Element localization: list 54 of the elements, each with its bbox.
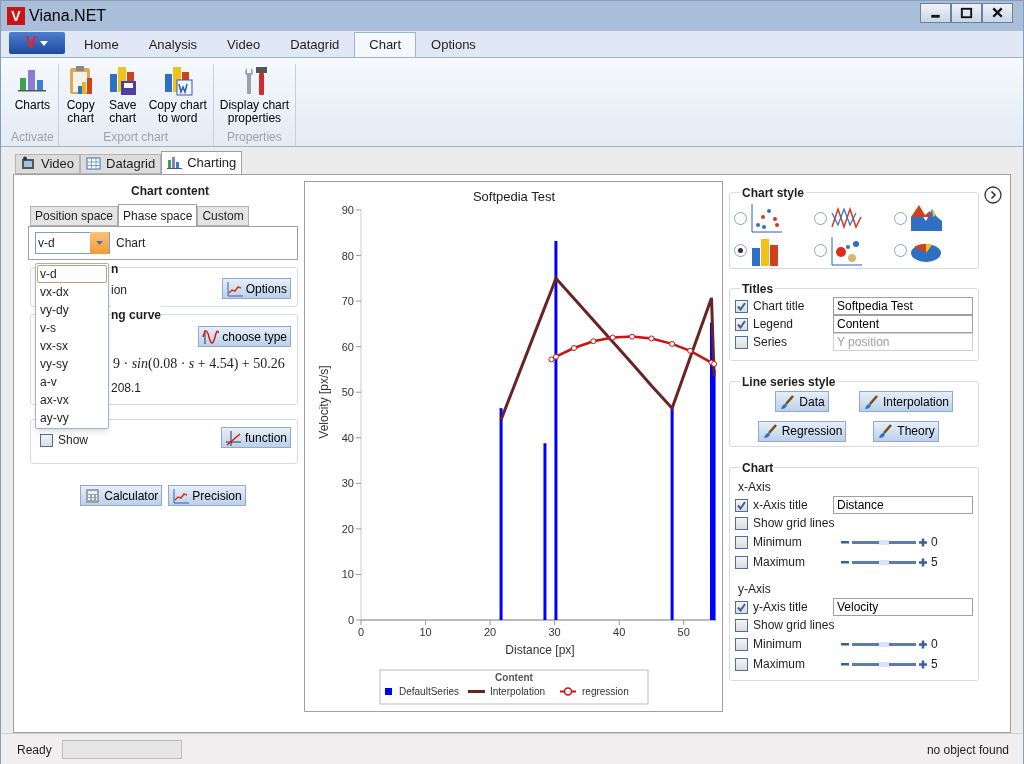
axis-title: Distance [px]: [505, 643, 575, 657]
tick-label: 0: [347, 614, 354, 626]
legend-title: Content: [495, 672, 533, 683]
slider-value: 5: [931, 554, 938, 571]
group-label: Export chart: [103, 129, 169, 146]
tick-label: 40: [341, 431, 354, 444]
value-text: 208.1: [111, 380, 142, 397]
tick-label: 90: [341, 204, 354, 216]
group-label: Properties: [227, 129, 282, 146]
tick-label: 50: [341, 386, 354, 399]
tick-label: 80: [341, 249, 354, 262]
panel-title: Chart content: [131, 183, 209, 200]
tick-label: 20: [341, 522, 354, 535]
window-title: Viana.NET: [29, 6, 107, 26]
checkbox-label: Series: [753, 334, 788, 351]
tick-label: 40: [613, 626, 626, 638]
tick-label: 60: [341, 340, 354, 353]
tick-label: 10: [341, 568, 354, 581]
legend-label: regression: [582, 686, 629, 697]
checkbox-label: x-Axis title: [753, 497, 809, 514]
checkbox-label: Maximum: [753, 656, 806, 673]
slider-value: 0: [931, 636, 938, 653]
section-label: y-Axis: [737, 581, 772, 598]
tick-label: 0: [357, 626, 365, 638]
tick-label: 30: [341, 477, 354, 490]
checkbox-label: Maximum: [753, 554, 806, 571]
option-text: ion: [111, 282, 127, 299]
checkbox-label: Minimum: [753, 534, 803, 551]
tick-label: 30: [548, 626, 561, 638]
dropdown-label: Chart: [116, 235, 146, 252]
checkbox-label: y-Axis title: [753, 599, 809, 616]
legend-label: Interpolation: [490, 686, 546, 697]
formula-text: 9 · sin(0.08 · s + 4.54) + 50.26: [113, 355, 285, 373]
checkbox-label: Chart title: [753, 298, 806, 315]
axis-title: Velocity [px/s]: [317, 365, 331, 439]
group-title: ng curve: [111, 306, 161, 324]
chart-title: Softpedia Test: [472, 189, 556, 204]
group-label: Activate: [11, 129, 54, 146]
checkbox-label: Show grid lines: [753, 617, 835, 634]
checkbox-label: Legend: [753, 316, 795, 333]
tick-label: 10: [419, 626, 432, 638]
legend-label: DefaultSeries: [399, 686, 460, 697]
tick-label: 20: [483, 626, 497, 638]
status-text: Ready: [17, 741, 52, 759]
checkbox-label: Minimum: [753, 636, 803, 653]
slider-value: 0: [931, 534, 938, 551]
status-text: no object found: [926, 741, 1009, 759]
app-logo: V: [7, 7, 25, 25]
tick-label: 70: [341, 295, 354, 308]
tick-label: 50: [677, 626, 690, 638]
checkbox-label: Show grid lines: [753, 515, 835, 532]
checkbox-label: Show: [58, 432, 89, 449]
slider-value: 5: [931, 656, 938, 673]
section-label: x-Axis: [737, 479, 772, 496]
